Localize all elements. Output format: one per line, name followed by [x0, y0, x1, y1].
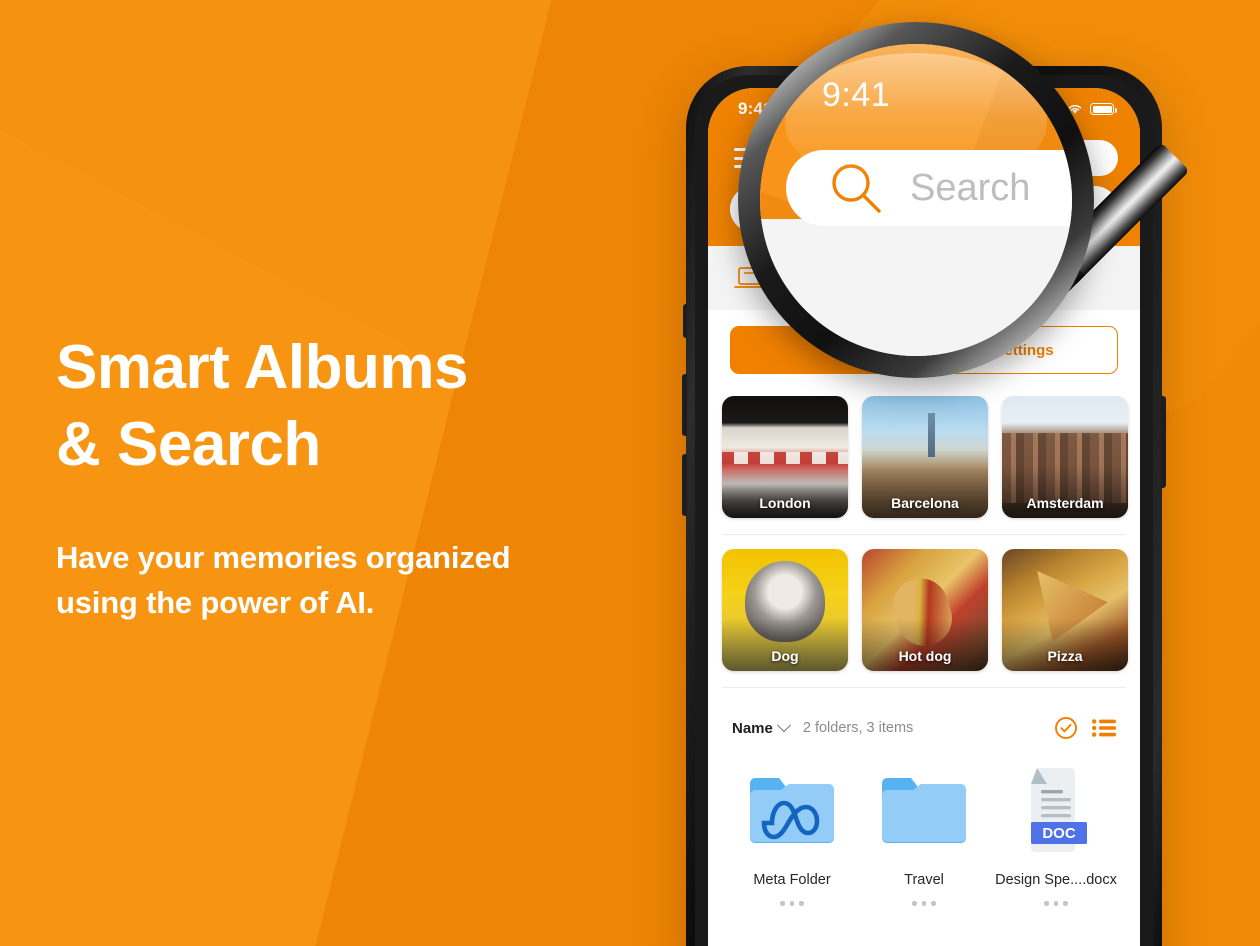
more-dots-icon[interactable]	[1044, 901, 1068, 906]
file-icon-wrap: DOC	[1021, 764, 1091, 856]
file-icon-wrap	[878, 764, 970, 856]
file-name: Meta Folder	[753, 872, 831, 888]
more-dots-icon[interactable]	[912, 901, 936, 906]
hamburger-menu-icon[interactable]	[734, 148, 764, 168]
app-header: 9:41 Search	[708, 88, 1140, 246]
sort-by-control[interactable]: Name	[732, 718, 791, 737]
album-card[interactable]: Barcelona	[862, 396, 988, 518]
section-divider	[722, 687, 1126, 688]
search-placeholder: Search	[782, 198, 843, 219]
album-label: London	[759, 495, 811, 511]
promo-banner: Smart Albums & Search Have your memories…	[0, 0, 1260, 946]
file-name: Travel	[904, 872, 944, 888]
phone-silence-switch	[683, 304, 687, 338]
sort-by-label: Name	[732, 719, 773, 737]
album-label: Amsterdam	[1026, 495, 1104, 511]
laptop-icon[interactable]	[734, 265, 768, 291]
file-icon-wrap	[746, 764, 838, 856]
subcopy-line-2: using the power of AI.	[56, 584, 375, 620]
promo-copy: Smart Albums & Search Have your memories…	[56, 330, 656, 626]
phone-volume-up-button	[682, 374, 687, 436]
album-row-places: London Barcelona Amsterdam	[708, 396, 1140, 534]
search-magnifier-icon	[751, 200, 769, 218]
search-bar-container: Search	[708, 186, 1140, 246]
primary-action-button[interactable]	[730, 326, 916, 374]
album-row-objects: Dog Hot dog Pizza	[708, 549, 1140, 687]
file-item[interactable]: Travel	[858, 764, 990, 906]
album-card[interactable]: Pizza	[1002, 549, 1128, 671]
promo-subcopy: Have your memories organized using the p…	[56, 536, 656, 626]
status-bar-indicators	[1043, 103, 1117, 115]
phone-power-button	[1161, 396, 1166, 488]
list-view-icon[interactable]	[1092, 719, 1116, 737]
folder-meta-icon	[750, 778, 834, 843]
check-circle-icon[interactable]	[1054, 716, 1078, 740]
smart-albums: London Barcelona Amsterdam Dog Hot dog P…	[708, 392, 1140, 687]
devices-strip	[708, 246, 1140, 310]
status-bar: 9:41	[708, 88, 1140, 130]
album-label: Barcelona	[891, 495, 959, 511]
profile-pill-icon[interactable]	[1032, 140, 1118, 176]
phone-mockup: 9:41 Search Settings London Barcelona Am…	[682, 66, 1166, 946]
phone-screen: 9:41 Search Settings London Barcelona Am…	[708, 88, 1140, 946]
album-label: Hot dog	[898, 648, 952, 664]
more-dots-icon[interactable]	[780, 901, 804, 906]
file-item[interactable]: DOC Design Spe....docx	[990, 764, 1122, 906]
album-card[interactable]: Amsterdam	[1002, 396, 1128, 518]
status-bar-clock: 9:41	[738, 99, 773, 118]
album-label: Dog	[771, 648, 799, 664]
file-grid: Meta Folder Travel DOC Design Spe....doc…	[708, 752, 1140, 906]
album-card[interactable]: Hot dog	[862, 549, 988, 671]
headline-line-1: Smart Albums	[56, 333, 469, 402]
settings-button[interactable]: Settings	[930, 326, 1118, 374]
search-input[interactable]: Search	[730, 186, 1118, 232]
battery-full-icon	[1090, 103, 1117, 115]
chevron-down-icon	[776, 718, 791, 733]
signal-bars-icon	[1043, 103, 1060, 115]
page-title: Smart Albums & Search	[56, 330, 656, 484]
svg-text:DOC: DOC	[1042, 825, 1076, 842]
phone-volume-down-button	[682, 454, 687, 516]
item-count-label: 2 folders, 3 items	[802, 720, 914, 736]
file-toolbar: Name 2 folders, 3 items	[708, 702, 1140, 752]
wifi-icon	[1068, 104, 1082, 114]
headline-line-2: & Search	[56, 409, 321, 479]
phone-bezel: 9:41 Search Settings London Barcelona Am…	[695, 75, 1153, 946]
file-item[interactable]: Meta Folder	[726, 764, 858, 906]
subcopy-line-1: Have your memories organized	[56, 539, 511, 575]
album-label: Pizza	[1047, 648, 1083, 664]
action-button-row: Settings	[708, 310, 1140, 392]
doc-file-icon: DOC	[1031, 768, 1087, 852]
app-nav-row	[708, 130, 1140, 186]
file-name: Design Spe....docx	[995, 872, 1117, 888]
album-card[interactable]: London	[722, 396, 848, 518]
album-card[interactable]: Dog	[722, 549, 848, 671]
album-row-divider	[722, 534, 1126, 535]
folder-icon	[882, 778, 966, 843]
